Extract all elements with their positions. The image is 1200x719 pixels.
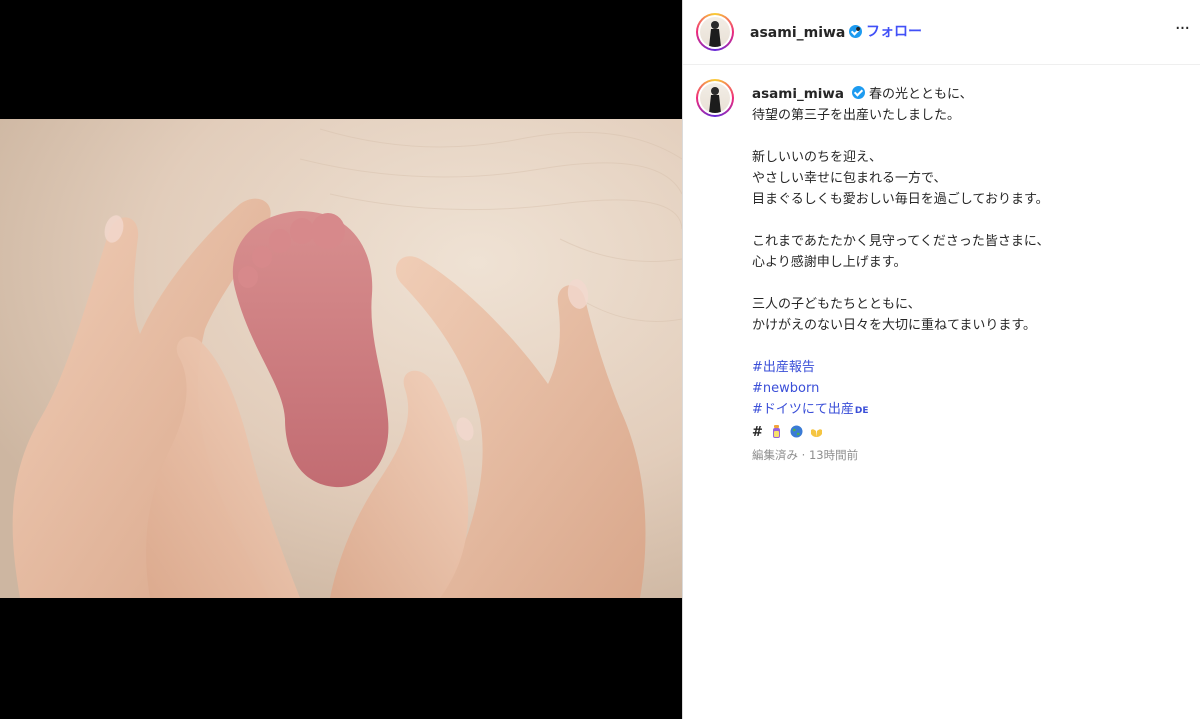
baby-foot-photo-illustration [0,119,682,598]
caption-paragraph: 新しいいのちを迎え、 やさしい幸せに包まれる一方で、 目まぐるしくも愛おしい毎日… [752,147,1192,210]
caption-line: これまであたたかく見守ってくださった皆さまに、 [752,234,1050,249]
profile-photo-icon [709,21,721,47]
caption-line: asami_miwa 春の光とともに、 [752,84,1192,105]
post-meta: 編集済み · 13時間前 [752,448,859,462]
germany-flag-badge: DE [854,406,869,416]
header-username[interactable]: asami_miwa [750,25,845,41]
caption-paragraph: asami_miwa 春の光とともに、 待望の第三子を出産いたしました。 [752,84,1192,126]
caption-line: やさしい幸せに包まれる一方で、 [752,171,947,186]
post-sidebar: asami_miwa • フォロー ··· asami_miwa 春の光とともに、… [683,0,1200,719]
caption-avatar-frame [698,81,732,115]
profile-photo-icon [709,87,721,113]
header-username-wrap: asami_miwa [750,22,863,41]
hashtag-link[interactable]: #newborn [752,378,1192,399]
dot-separator: • [854,22,863,38]
hashtag-link[interactable]: #出産報告 [752,357,1192,378]
avatar-image [700,17,730,47]
hashtag-link[interactable]: #ドイツにて出産DE [752,399,1192,422]
caption-body: asami_miwa 春の光とともに、 待望の第三子を出産いたしました。 新しいい… [752,84,1192,466]
caption-line: 目まぐるしくも愛おしい毎日を過ごしております。 [752,192,1049,207]
baby-bottle-icon [773,425,781,438]
globe-icon [790,425,803,438]
verified-badge-icon [851,86,865,99]
avatar-frame [698,15,732,49]
caption-line: 三人の子どもたちとともに、 [752,297,921,312]
caption-avatar-image [700,83,730,113]
open-hands-icon [811,429,823,437]
caption-paragraph: 三人の子どもたちとともに、 かけがえのない日々を大切に重ねてまいります。 [752,294,1192,336]
hashtag-list: #出産報告 #newborn #ドイツにて出産DE # [752,357,1192,443]
caption-line: 心より感謝申し上げます。 [752,255,907,270]
more-options-icon[interactable]: ··· [1171,20,1193,42]
emoji-hashtag-row: # [752,422,1192,443]
caption-line: 待望の第三子を出産いたしました。 [752,108,961,123]
emoji-hashtag[interactable]: # [752,425,763,440]
post-header: asami_miwa • フォロー ··· [683,0,1200,65]
caption-line: かけがえのない日々を大切に重ねてまいります。 [752,318,1037,333]
caption-paragraph: これまであたたかく見守ってくださった皆さまに、 心より感謝申し上げます。 [752,231,1192,273]
caption-line: 新しいいのちを迎え、 [752,150,883,165]
post-photo[interactable] [0,119,682,598]
hashtag-text: #ドイツにて出産 [752,402,854,417]
caption-text: 春の光とともに、 [868,87,973,102]
follow-button[interactable]: フォロー [866,21,922,41]
post-media [0,0,682,719]
caption-avatar[interactable] [696,79,734,117]
avatar[interactable] [696,13,734,51]
caption-username[interactable]: asami_miwa [752,86,844,102]
